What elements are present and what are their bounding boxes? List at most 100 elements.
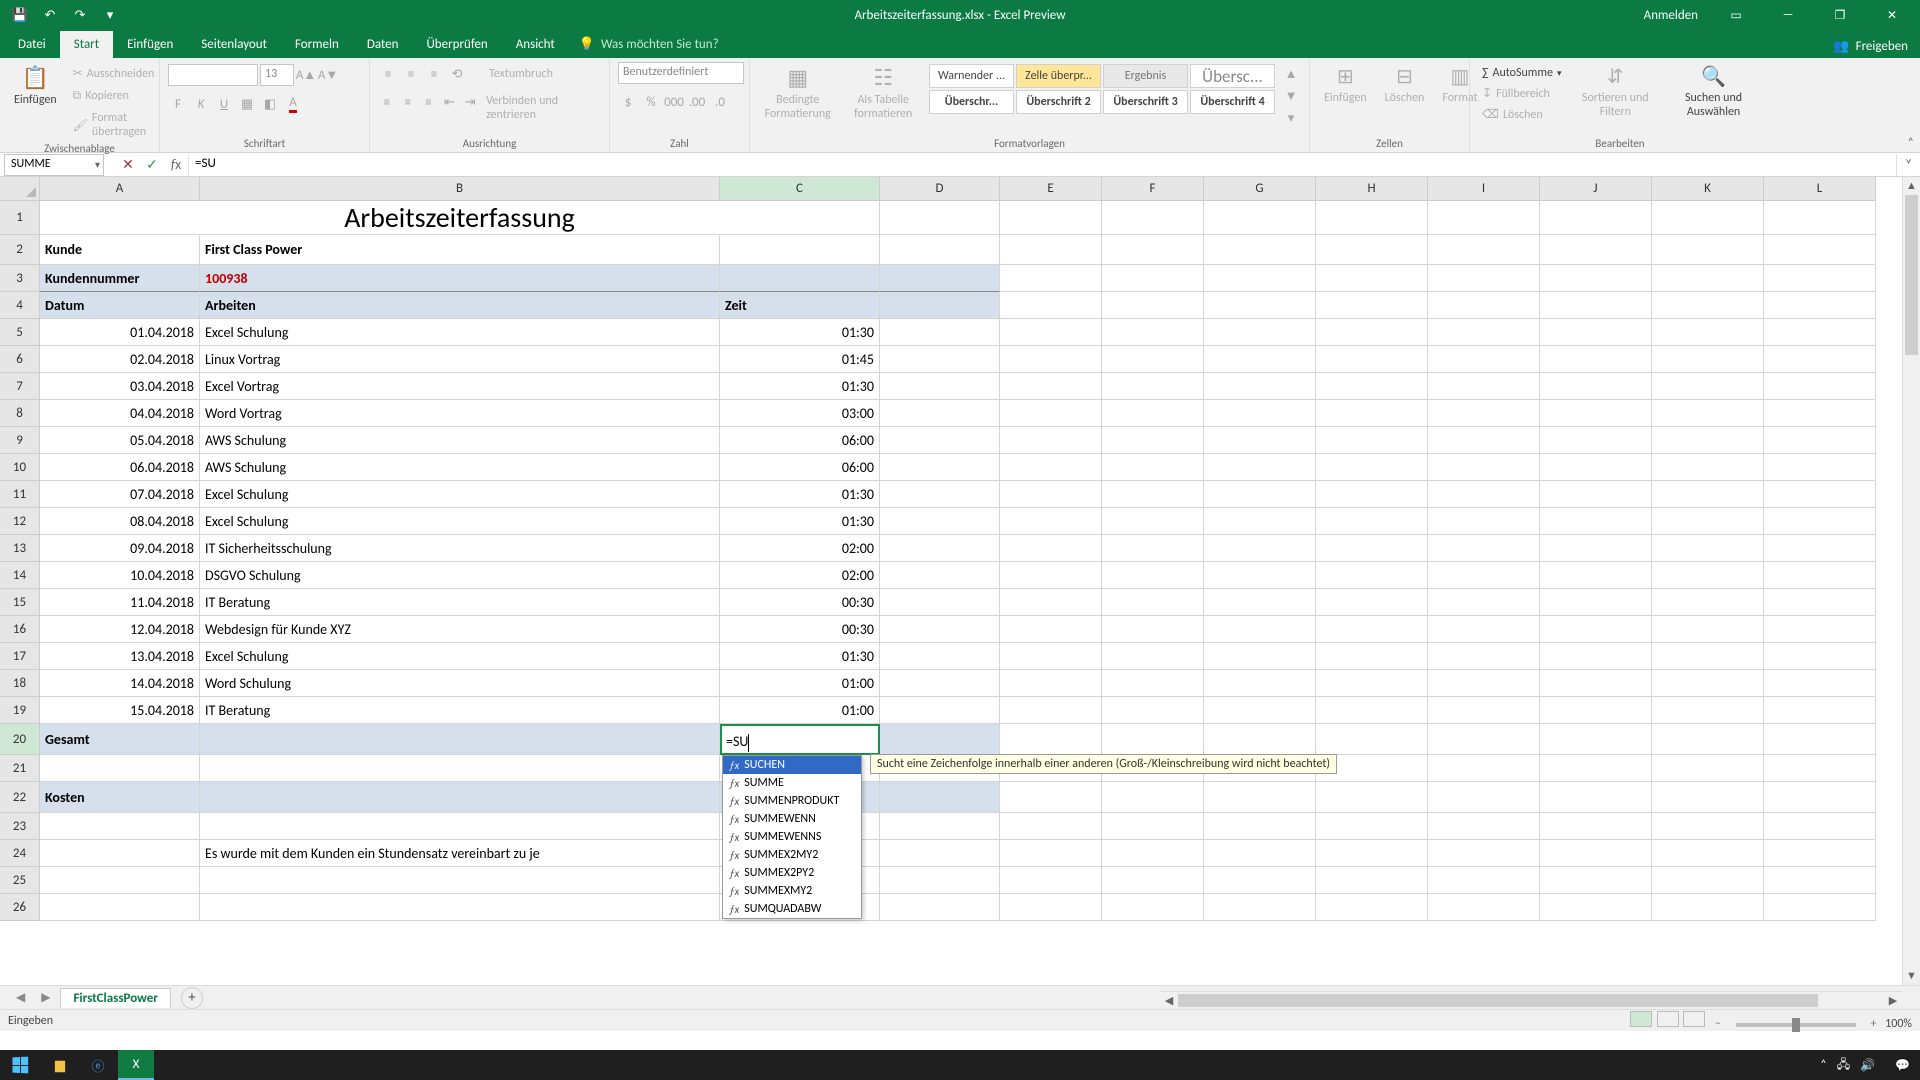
cell[interactable] (1000, 616, 1102, 643)
fill-color-icon[interactable]: ◧ (260, 94, 280, 114)
align-right-icon[interactable]: ≡ (420, 92, 438, 112)
cell[interactable]: 09.04.2018 (40, 535, 200, 562)
column-header[interactable]: C (720, 177, 880, 201)
cell-style-tile[interactable]: Ergebnis (1103, 64, 1188, 88)
cell[interactable] (1764, 427, 1876, 454)
cell[interactable]: 00:30 (720, 589, 880, 616)
tab-review[interactable]: Überprüfen (412, 31, 501, 58)
insert-cells-button[interactable]: ⊞Einfügen (1318, 62, 1373, 107)
cell[interactable]: 02:00 (720, 562, 880, 589)
cell[interactable] (1540, 508, 1652, 535)
edge-icon[interactable]: ⓔ (80, 1050, 116, 1080)
cell[interactable] (1540, 265, 1652, 292)
underline-icon[interactable]: U (214, 94, 234, 114)
autocomplete-item[interactable]: ƒxSUMMEWENNS (723, 828, 861, 846)
cell-style-tile[interactable]: Übersc... (1190, 64, 1275, 88)
cell[interactable] (1652, 616, 1764, 643)
percent-icon[interactable]: % (641, 92, 661, 112)
cell[interactable] (1204, 697, 1316, 724)
cell[interactable] (1652, 562, 1764, 589)
italic-icon[interactable]: K (191, 94, 211, 114)
cell[interactable]: Gesamt (40, 724, 200, 755)
row-header[interactable]: 14 (0, 562, 40, 589)
cell[interactable] (1764, 319, 1876, 346)
cell[interactable] (1652, 235, 1764, 265)
cell[interactable] (1428, 755, 1540, 782)
cell[interactable]: Linux Vortrag (200, 346, 720, 373)
cell[interactable] (1000, 319, 1102, 346)
tab-file[interactable]: Datei (4, 31, 60, 58)
cell[interactable] (1316, 481, 1428, 508)
cell[interactable] (880, 813, 1000, 840)
sheet-nav-prev-icon[interactable]: ◀ (10, 990, 31, 1005)
scroll-right-icon[interactable]: ▶ (1884, 992, 1902, 1010)
active-cell-editing[interactable]: =SU (720, 724, 880, 755)
cell[interactable]: 08.04.2018 (40, 508, 200, 535)
cell[interactable] (1000, 670, 1102, 697)
style-gallery-more-icon[interactable]: ▾ (1281, 108, 1301, 128)
row-header[interactable]: 4 (0, 292, 40, 319)
cell[interactable]: AWS Schulung (200, 454, 720, 481)
cell[interactable] (1764, 265, 1876, 292)
cell-style-tile[interactable]: Warnender ... (929, 64, 1014, 88)
cell[interactable] (1652, 867, 1764, 894)
cell[interactable] (1428, 201, 1540, 235)
autocomplete-item[interactable]: ƒxSUCHEN (723, 756, 861, 774)
row-header[interactable]: 2 (0, 235, 40, 265)
cell[interactable]: Datum (40, 292, 200, 319)
cell[interactable]: 03:00 (720, 400, 880, 427)
cell[interactable] (1204, 616, 1316, 643)
cell[interactable] (880, 481, 1000, 508)
cell[interactable]: Kunde (40, 235, 200, 265)
cell[interactable]: 03.04.2018 (40, 373, 200, 400)
tab-view[interactable]: Ansicht (502, 31, 569, 58)
cell[interactable] (200, 755, 720, 782)
cell[interactable] (880, 201, 1000, 235)
cell[interactable] (1316, 346, 1428, 373)
cell[interactable] (880, 867, 1000, 894)
cell[interactable] (1000, 697, 1102, 724)
sheet-tab[interactable]: FirstClassPower (60, 988, 170, 1008)
cell[interactable]: 01:30 (720, 319, 880, 346)
cell[interactable]: 10.04.2018 (40, 562, 200, 589)
align-center-icon[interactable]: ≡ (399, 92, 417, 112)
cell[interactable] (1652, 319, 1764, 346)
cell[interactable] (1652, 265, 1764, 292)
cell[interactable] (1102, 481, 1204, 508)
wrap-text-button[interactable]: Textumbruch (485, 64, 557, 84)
cell[interactable] (1652, 670, 1764, 697)
cell[interactable] (1316, 235, 1428, 265)
cell[interactable] (1000, 427, 1102, 454)
cell[interactable] (1540, 813, 1652, 840)
cell[interactable] (1000, 535, 1102, 562)
cell[interactable] (1316, 782, 1428, 813)
cell[interactable] (1652, 292, 1764, 319)
decrease-font-icon[interactable]: A▼ (318, 65, 338, 85)
cell[interactable] (880, 782, 1000, 813)
cell[interactable]: IT Sicherheitsschulung (200, 535, 720, 562)
cell[interactable]: Excel Schulung (200, 481, 720, 508)
row-header[interactable]: 23 (0, 813, 40, 840)
cell[interactable] (1102, 292, 1204, 319)
cell[interactable]: Es wurde mit dem Kunden ein Stundensatz … (200, 840, 720, 867)
formula-input[interactable]: =SU (188, 154, 1896, 176)
cell[interactable] (1764, 697, 1876, 724)
row-header[interactable]: 6 (0, 346, 40, 373)
qat-customize-icon[interactable]: ▾ (100, 5, 120, 25)
cell[interactable] (1000, 813, 1102, 840)
redo-icon[interactable]: ↷ (70, 5, 90, 25)
cell[interactable] (1540, 427, 1652, 454)
expand-formula-bar-icon[interactable]: ˅ (1896, 154, 1920, 176)
cell[interactable] (1204, 427, 1316, 454)
autocomplete-item[interactable]: ƒxSUMMENPRODUKT (723, 792, 861, 810)
cell[interactable] (1428, 508, 1540, 535)
cell[interactable] (1652, 813, 1764, 840)
cells-area[interactable]: ArbeitszeiterfassungKundeFirst Class Pow… (40, 201, 1920, 921)
comma-icon[interactable]: 000 (664, 92, 684, 112)
format-painter-button[interactable]: 🖌Format übertragen (69, 109, 159, 141)
ribbon-options-icon[interactable]: ▭ (1716, 0, 1756, 30)
cell[interactable] (1316, 840, 1428, 867)
cell[interactable] (1764, 562, 1876, 589)
cell[interactable]: 14.04.2018 (40, 670, 200, 697)
cell[interactable]: 06.04.2018 (40, 454, 200, 481)
